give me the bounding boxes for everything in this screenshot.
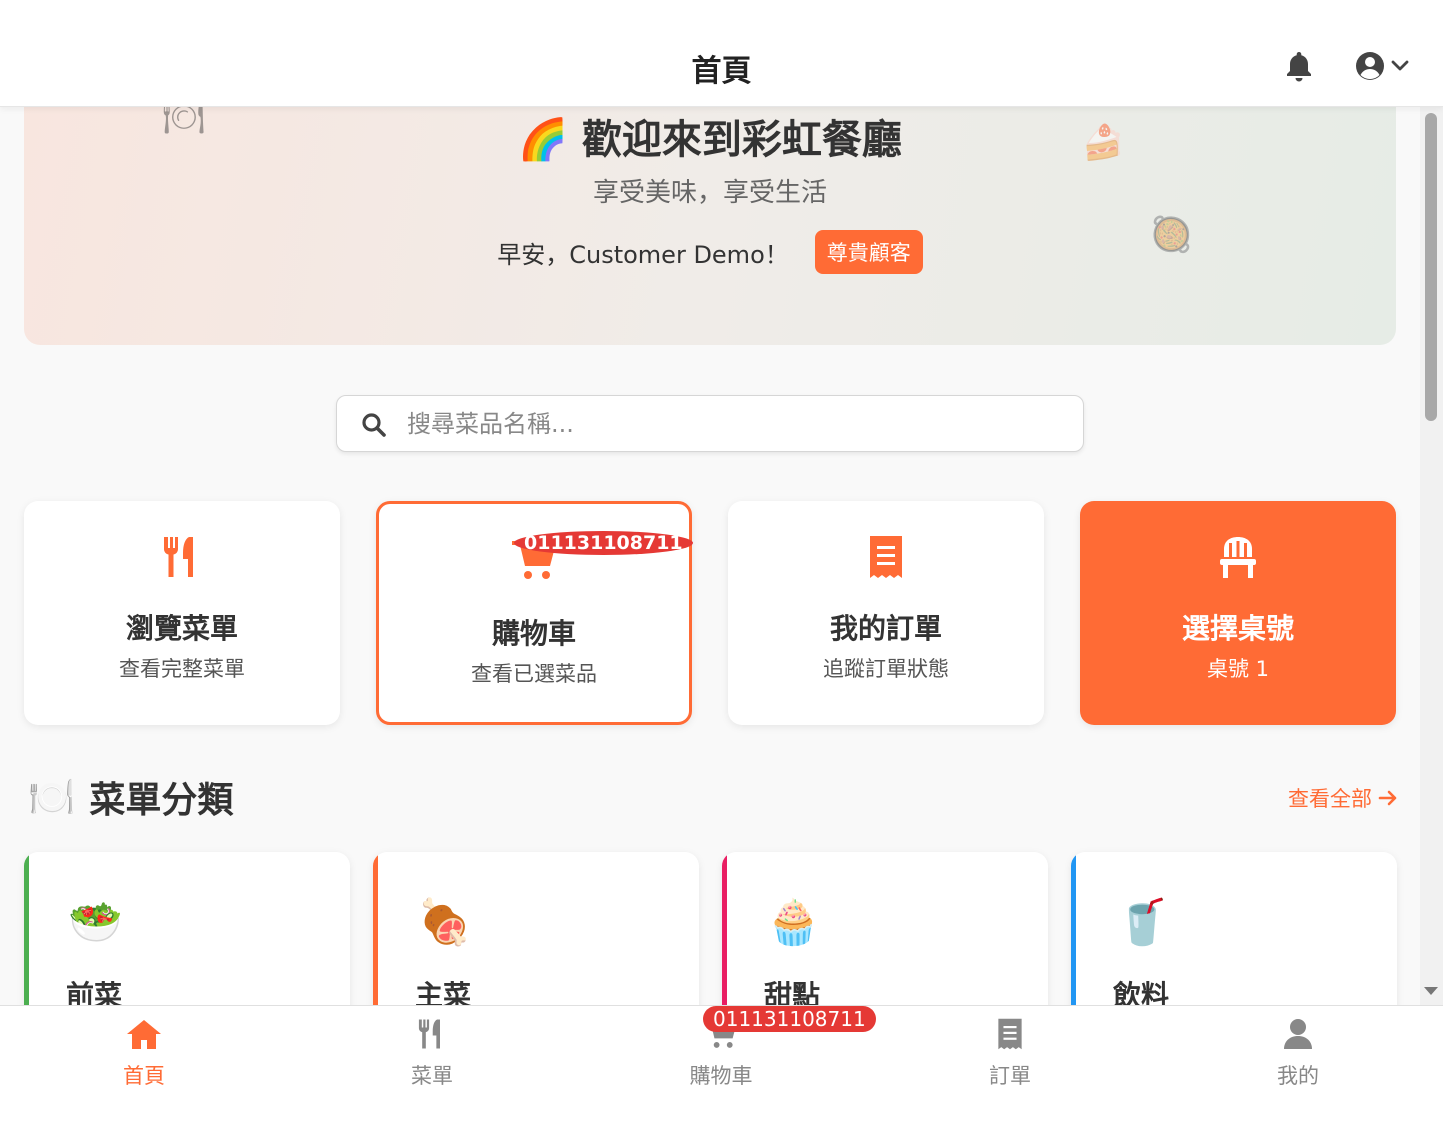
see-all-link[interactable]: 查看全部 <box>1288 783 1398 813</box>
category-stripe <box>373 852 378 1005</box>
bell-icon[interactable] <box>1285 50 1313 82</box>
category-name: 甜點 <box>764 979 821 1005</box>
category-card-drinks[interactable]: 🥤 飲料 <box>1071 852 1397 1005</box>
my-orders-card[interactable]: 我的訂單 追蹤訂單狀態 <box>728 501 1044 725</box>
browse-menu-card[interactable]: 瀏覽菜單 查看完整菜單 <box>24 501 340 725</box>
cart-card[interactable]: 011131108711 購物車 查看已選菜品 <box>376 501 693 725</box>
user-icon <box>1284 1019 1312 1049</box>
category-stripe <box>1071 852 1076 1005</box>
nav-label: 我的 <box>1277 1064 1319 1088</box>
category-card-appetizer[interactable]: 🥗 前菜 <box>24 852 350 1005</box>
user-menu-button[interactable] <box>1355 50 1411 82</box>
category-name: 飲料 <box>1113 979 1170 1005</box>
scroll-down-arrow-icon[interactable] <box>1424 987 1438 995</box>
home-icon <box>127 1020 161 1049</box>
utensils-icon <box>418 1019 440 1049</box>
bottom-navigation: 首頁 菜單 購物車 訂單 我的 011131108711 <box>0 1005 1443 1125</box>
nav-menu[interactable]: 菜單 <box>288 1006 576 1125</box>
card-title: 購物車 <box>491 617 576 650</box>
category-name: 前菜 <box>66 979 123 1005</box>
category-card-main[interactable]: 🍖 主菜 <box>373 852 699 1005</box>
card-subtitle: 查看完整菜單 <box>119 657 245 681</box>
greeting-row: 早安，Customer Demo！ 尊貴顧客 <box>24 230 1396 274</box>
cupcake-icon: 🧁 <box>766 897 821 948</box>
welcome-title: 歡迎來到彩虹餐廳 <box>581 117 902 163</box>
card-title: 瀏覽菜單 <box>125 612 238 645</box>
category-stripe <box>24 852 29 1005</box>
categories-section-title: 🍽️ 菜單分類 <box>28 774 233 822</box>
nav-label: 購物車 <box>689 1064 753 1088</box>
greeting-text: 早安，Customer Demo！ <box>497 240 789 269</box>
see-all-label: 查看全部 <box>1288 787 1372 811</box>
receipt-icon <box>870 536 902 578</box>
select-table-card[interactable]: 選擇桌號 桌號 1 <box>1080 501 1396 725</box>
meat-icon: 🍖 <box>417 897 472 948</box>
card-subtitle: 查看已選菜品 <box>471 662 597 686</box>
welcome-banner: 🍽 🍰 🥘 🌈 歡迎來到彩虹餐廳 享受美味，享受生活 早安，Customer D… <box>24 107 1396 345</box>
rainbow-icon: 🌈 <box>518 117 568 163</box>
dining-icon: 🍽️ <box>28 774 76 819</box>
drink-icon: 🥤 <box>1115 897 1170 948</box>
nav-label: 訂單 <box>989 1064 1031 1088</box>
top-app-bar: 首頁 <box>0 0 1443 107</box>
salad-icon: 🥗 <box>68 897 123 948</box>
receipt-icon <box>998 1018 1022 1050</box>
welcome-subtitle: 享受美味，享受生活 <box>592 178 827 208</box>
user-circle-icon <box>1356 52 1384 80</box>
card-title: 我的訂單 <box>829 612 942 645</box>
page-title: 首頁 <box>691 54 752 89</box>
card-subtitle: 追蹤訂單狀態 <box>823 657 949 681</box>
search-input[interactable] <box>407 404 1057 444</box>
nav-profile[interactable]: 我的 <box>1154 1006 1442 1125</box>
category-name: 主菜 <box>415 979 472 1005</box>
search-icon <box>362 413 386 437</box>
main-content[interactable]: 🍽 🍰 🥘 🌈 歡迎來到彩虹餐廳 享受美味，享受生活 早安，Customer D… <box>0 107 1420 1005</box>
search-bar[interactable] <box>336 395 1084 452</box>
category-stripe <box>722 852 727 1005</box>
nav-home[interactable]: 首頁 <box>0 1006 288 1125</box>
nav-label: 菜單 <box>411 1064 453 1088</box>
category-card-dessert[interactable]: 🧁 甜點 <box>722 852 1048 1005</box>
utensils-icon <box>164 537 193 577</box>
nav-orders[interactable]: 訂單 <box>866 1006 1154 1125</box>
cart-count-badge: 011131108711 <box>514 531 693 555</box>
scrollbar-thumb[interactable] <box>1425 113 1437 421</box>
card-title: 選擇桌號 <box>1181 612 1294 645</box>
card-subtitle: 桌號 1 <box>1206 657 1270 681</box>
arrow-right-icon <box>1378 790 1397 806</box>
vertical-scrollbar[interactable] <box>1420 107 1443 1005</box>
section-heading: 菜單分類 <box>89 780 234 821</box>
chair-icon <box>1220 537 1256 578</box>
nav-label: 首頁 <box>123 1064 165 1088</box>
nav-cart-badge: 011131108711 <box>703 1006 876 1032</box>
welcome-heading: 🌈 歡迎來到彩虹餐廳 <box>24 107 1396 165</box>
chevron-down-icon <box>1391 60 1409 71</box>
member-badge: 尊貴顧客 <box>814 230 923 274</box>
